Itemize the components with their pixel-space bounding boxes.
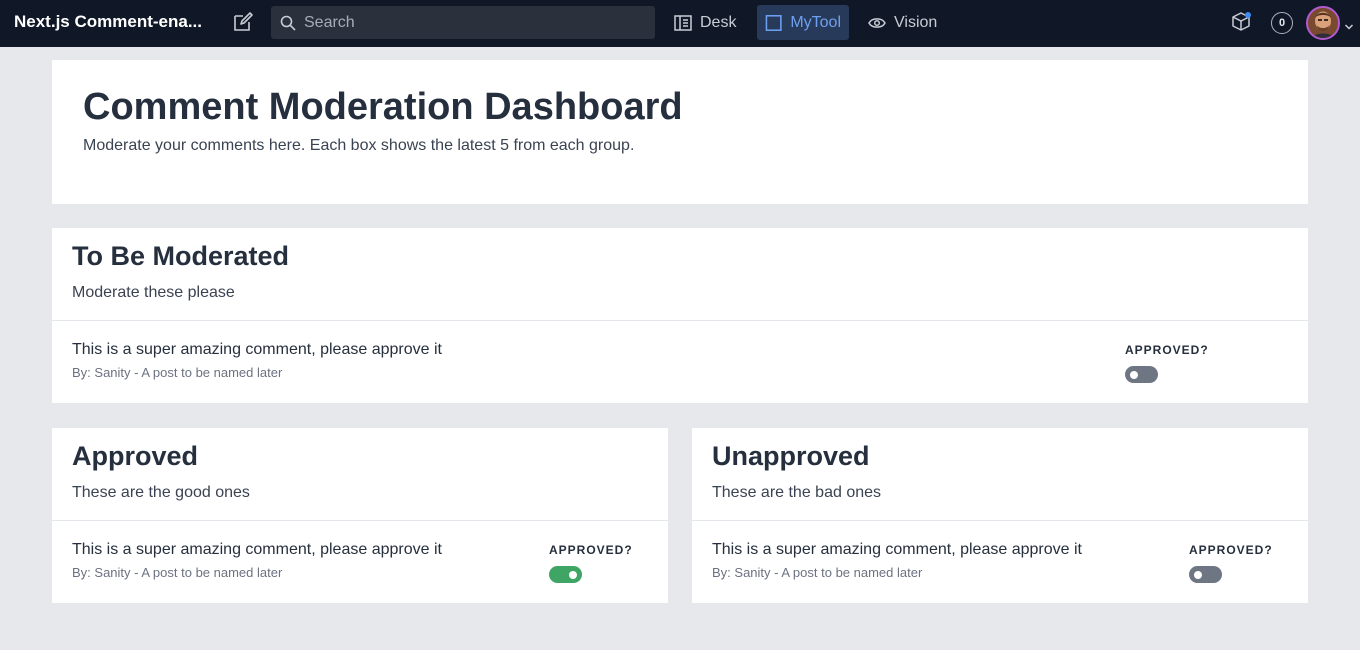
comment-meta: By: Sanity - A post to be named later [72,565,283,580]
desk-icon [674,14,692,31]
compose-icon[interactable] [232,11,254,33]
search-icon [280,15,296,31]
update-indicator-dot [1245,12,1251,18]
tab-vision[interactable]: Vision [860,5,945,40]
tab-mytool-label: MyTool [790,13,841,31]
top-navbar: Next.js Comment-ena... Desk MyTool Vis [0,0,1360,47]
unapproved-panel: Unapproved These are the bad ones This i… [692,428,1308,603]
comment-text: This is a super amazing comment, please … [72,541,442,558]
notification-counter[interactable]: 0 [1271,12,1293,34]
divider [52,520,668,521]
square-icon [765,14,782,31]
section-subtitle: Moderate these please [72,284,235,301]
section-title: Approved [72,441,199,471]
comment-meta: By: Sanity - A post to be named later [72,365,283,380]
section-title: To Be Moderated [72,241,290,271]
comment-text: This is a super amazing comment, please … [712,541,1082,558]
toggle-knob [1194,570,1202,579]
chevron-down-icon[interactable] [1344,18,1354,36]
comment-text: This is a super amazing comment, please … [72,341,442,358]
approved-label: APPROVED? [1125,343,1209,357]
project-title[interactable]: Next.js Comment-ena... [14,12,202,32]
tab-vision-label: Vision [894,13,938,31]
toggle-knob [1130,370,1138,379]
divider [52,320,1308,321]
search-box[interactable] [271,6,655,39]
approved-toggle[interactable] [1125,366,1158,383]
to-be-moderated-panel: To Be Moderated Moderate these please Th… [52,228,1308,403]
approved-label: APPROVED? [1189,543,1273,557]
comment-meta: By: Sanity - A post to be named later [712,565,923,580]
dashboard-header-panel: Comment Moderation Dashboard Moderate yo… [52,60,1308,204]
avatar[interactable] [1306,6,1340,40]
section-subtitle: These are the bad ones [712,484,882,501]
section-subtitle: These are the good ones [72,484,250,501]
divider [692,520,1308,521]
search-input[interactable] [304,13,624,32]
tab-desk-label: Desk [700,13,737,31]
approved-toggle[interactable] [549,566,582,583]
page-description: Moderate your comments here. Each box sh… [83,137,635,154]
page-title: Comment Moderation Dashboard [83,86,683,128]
tab-mytool[interactable]: MyTool [757,5,849,40]
eye-icon [868,17,886,28]
toggle-knob [569,570,577,579]
approved-label: APPROVED? [549,543,633,557]
tab-desk[interactable]: Desk [666,5,744,40]
approved-panel: Approved These are the good ones This is… [52,428,668,603]
section-title: Unapproved [712,441,870,471]
approved-toggle[interactable] [1189,566,1222,583]
